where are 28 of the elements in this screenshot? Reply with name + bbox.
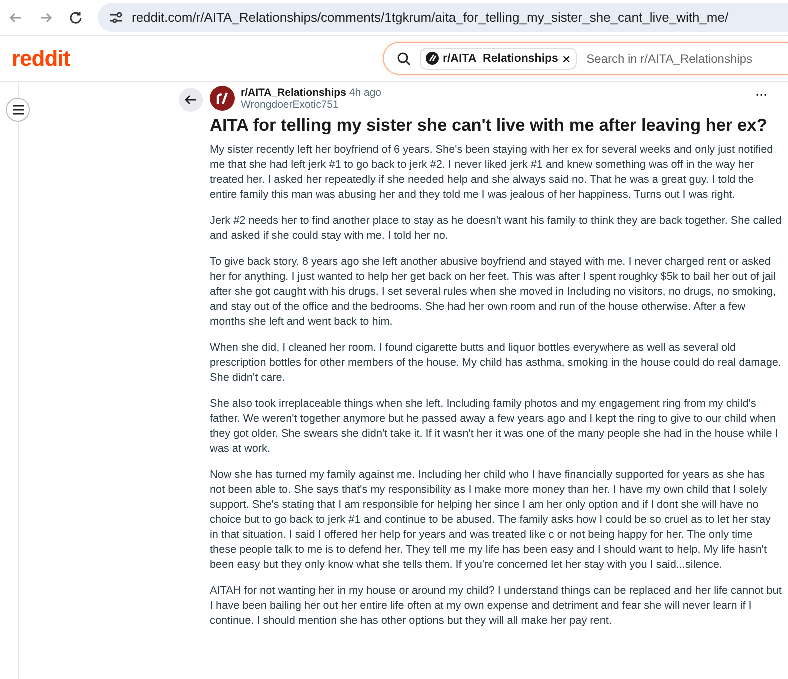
post-paragraph: She also took irreplaceable things when she left. Including family photos and my engagement ring from my child's father. We weren't together anymore but he passed away a few years ago and I kept the ring to give to our child when they got older. She swears she didn't take it. If it wasn't her it was one of the many people she had in the house while I was at work. (210, 397, 780, 457)
post-paragraph: My sister recently left her boyfriend of 6 years. She's been staying with her ex for several weeks and only just notified me that she had left jerk #1 to go back to jerk #2. I never liked jerk #1 and knew something was off in the way her treated her. I asked her repeatedly if she needed help and she always said no. That he was a great guy. I told the entire family this man was abusing her and they told me I was jealous of her happiness. Turns out I was right. (210, 143, 774, 203)
chip-label: r/AITA_Relationships (443, 52, 558, 64)
search-input[interactable]: Search in r/AITA_Relationships (584, 50, 788, 66)
post-paragraph: AITAH for not wanting her in my house or around my child? I understand things can be replaced and her life cannot but I have been bailing her out her entire life often at my own expense and detriment and fear she will never learn if I continue. I should mention she has other options but they will all make her pay rent. (210, 584, 782, 629)
subreddit-avatar[interactable] (210, 86, 235, 111)
post-paragraph: When she did, I cleaned her room. I found cigarette butts and liquor bottles everywhere as well as several old prescription bottles for other members of the house. My child has asthma, smoking in the house could do real damage. She didn't care. (210, 341, 782, 386)
author-link[interactable]: WrongdoerExotic751 (241, 98, 382, 110)
more-options-button[interactable]: ··· (756, 88, 768, 102)
post-paragraph: To give back story. 8 years ago she left another abusive boyfriend and stayed with me. I never charged rent or asked her for anything. I just wanted to help her get back on her feet. This was after I spent roughky $5k to bail her out of jail after she got caught with his drugs. I set several rules when she moved in Including no visitors, no drugs, no smoking, and stay out of the office and the bedrooms. She had her own room and run of the house otherwise. After a few months she left and went back to him. (210, 255, 778, 330)
subreddit-link[interactable]: r/AITA_Relationships (241, 86, 346, 98)
search-icon (396, 50, 412, 66)
menu-button[interactable] (6, 98, 30, 122)
search-field[interactable]: r/AITA_Relationships × Search in r/AITA_Relationships (383, 42, 788, 75)
back-arrow-icon (185, 94, 197, 106)
post-time: 4h ago (349, 86, 382, 98)
address-bar[interactable]: reddit.com/r/AITA_Relationships/comments/1tgkrum/aita_for_telling_my_sister_she_cant_live_with_me/ (98, 3, 788, 32)
reload-icon[interactable] (68, 10, 84, 26)
community-icon (426, 52, 439, 65)
menu-icon (12, 105, 24, 115)
site-settings-icon[interactable] (108, 10, 124, 26)
post-paragraph: Jerk #2 needs her to find another place to stay as he doesn't want his family to think they are back together. She called and asked if she could stay with me. I told her no. (210, 214, 782, 244)
remove-chip-button[interactable]: × (562, 52, 571, 66)
back-button[interactable] (179, 88, 203, 112)
url-text: reddit.com/r/AITA_Relationships/comments/1tgkrum/aita_for_telling_my_sister_she_cant_live_with_me/ (132, 10, 729, 25)
community-chip[interactable]: r/AITA_Relationships × (420, 48, 577, 70)
post-paragraph: Now she has turned my family against me. Including her child who I have financially supported for years as she has not been able to. She says that's my responsibility as I make more money than her. I have my own child that I solely support. She's stating that I am responsible for helping her since I am her only option and if I dont she will have no choice but to go back to jerk #1 and continue to be abused. The family asks how I could be so cruel as to let her stay in that situation. I said I offered her help for years and was treated like c or not being happy for her. The only time these people talk to me is to defend her. They tell me my life has been easy and I should want to help. My life hasn't been easy but they only know what she tells them. If you're concerned let her stay with you I said...silence. (210, 468, 772, 573)
post-title: AITA for telling my sister she can't live with me after leaving her ex? (210, 115, 768, 136)
